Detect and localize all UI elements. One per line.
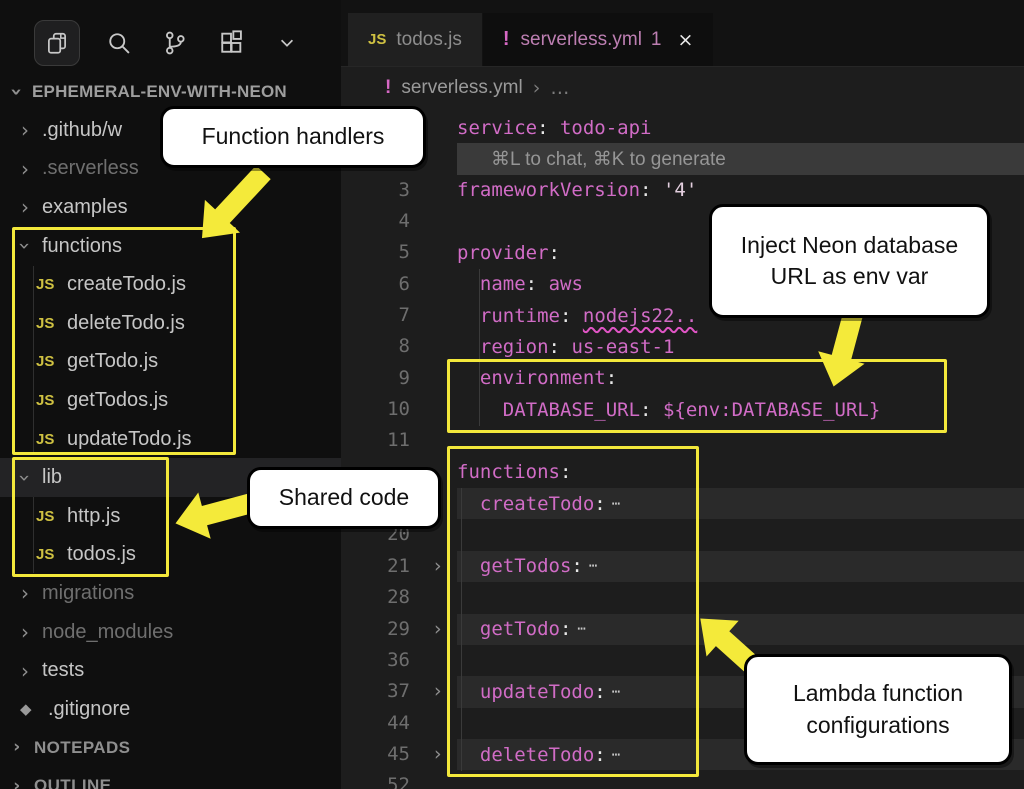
line-number: 9 bbox=[341, 363, 410, 394]
project-root-label: EPHEMERAL-ENV-WITH-NEON bbox=[32, 82, 287, 102]
ai-hint-bar: ⌘L to chat, ⌘K to generate bbox=[457, 143, 1024, 174]
tree-item-label: OUTLINE bbox=[34, 776, 111, 789]
tab-label: todos.js bbox=[396, 29, 461, 51]
extensions-icon[interactable] bbox=[214, 26, 248, 60]
line-number: 11 bbox=[341, 425, 410, 456]
vscode-window: › EPHEMERAL-ENV-WITH-NEON › .github/w › .se… bbox=[0, 0, 1024, 789]
line-number: 4 bbox=[341, 206, 410, 237]
more-views-icon[interactable] bbox=[270, 26, 304, 60]
explorer-icon[interactable] bbox=[34, 20, 80, 66]
breadcrumb-separator-icon: › bbox=[533, 77, 541, 99]
tab-modified-badge: 1 bbox=[651, 29, 662, 51]
line-number: 10 bbox=[341, 394, 410, 425]
close-icon[interactable]: × bbox=[678, 29, 694, 51]
line-number: 7 bbox=[341, 300, 410, 331]
fold-gutter bbox=[410, 269, 457, 300]
callout-function-handlers: Function handlers bbox=[160, 106, 426, 168]
arrow-down-left-icon bbox=[182, 156, 282, 256]
tree-item-node-modules[interactable]: › node_modules bbox=[0, 613, 341, 652]
chevron-down-icon: › bbox=[7, 83, 27, 101]
code-line[interactable]: ⌘L to chat, ⌘K to generate bbox=[341, 143, 1024, 174]
breadcrumb-ellipsis: … bbox=[550, 77, 569, 99]
callout-text: Lambda function bbox=[793, 678, 963, 709]
tab-serverless-yml[interactable]: ! serverless.yml 1 × bbox=[483, 13, 714, 66]
breadcrumb[interactable]: ! serverless.yml › … bbox=[341, 67, 1024, 108]
yaml-alert-icon: ! bbox=[503, 28, 510, 51]
fold-gutter bbox=[410, 206, 457, 237]
chevron-right-icon: › bbox=[16, 622, 34, 642]
chevron-right-icon: › bbox=[8, 739, 26, 756]
tree-item-label: node_modules bbox=[42, 621, 173, 644]
line-number: 29 bbox=[341, 614, 410, 645]
callout-text: Function handlers bbox=[202, 121, 385, 152]
sidebar-section-notepads[interactable]: › NOTEPADS bbox=[0, 729, 341, 768]
tree-item-migrations[interactable]: › migrations bbox=[0, 574, 341, 613]
line-number: 36 bbox=[341, 645, 410, 676]
chevron-right-icon: › bbox=[16, 197, 34, 217]
callout-lambda-config: Lambda function configurations bbox=[744, 654, 1012, 765]
line-number: 5 bbox=[341, 237, 410, 268]
tree-item-gitignore[interactable]: ◆.gitignore bbox=[0, 690, 341, 729]
callout-shared-code: Shared code bbox=[247, 467, 441, 529]
tree-item-label: examples bbox=[42, 196, 128, 219]
highlight-functions-folder bbox=[12, 227, 236, 455]
line-number: 52 bbox=[341, 770, 410, 789]
tree-item-label: migrations bbox=[42, 582, 134, 605]
tree-item-label: .gitignore bbox=[48, 698, 130, 721]
chevron-right-icon: › bbox=[16, 661, 34, 681]
sidebar-section-outline[interactable]: › OUTLINE bbox=[0, 767, 341, 789]
chevron-right-icon: › bbox=[8, 778, 26, 789]
code-line[interactable]: service: todo-api bbox=[341, 112, 1024, 143]
activity-bar bbox=[0, 14, 341, 72]
highlight-lib-folder bbox=[12, 457, 169, 577]
line-number: 37 bbox=[341, 676, 410, 707]
chevron-right-icon: › bbox=[16, 120, 34, 140]
line-number: 28 bbox=[341, 582, 410, 613]
fold-gutter bbox=[410, 175, 457, 206]
tree-item-label: .serverless bbox=[42, 157, 139, 180]
fold-gutter bbox=[410, 237, 457, 268]
code-text: frameworkVersion: '4' bbox=[457, 175, 1024, 206]
callout-text: configurations bbox=[806, 710, 949, 741]
line-number: 45 bbox=[341, 739, 410, 770]
line-number: 6 bbox=[341, 269, 410, 300]
line-number: 21 bbox=[341, 551, 410, 582]
js-icon: JS bbox=[368, 31, 386, 48]
tree-item-label: NOTEPADS bbox=[34, 738, 130, 758]
callout-text: URL as env var bbox=[771, 261, 929, 292]
chevron-right-icon: › bbox=[16, 583, 34, 603]
yaml-alert-icon: ! bbox=[385, 77, 391, 99]
callout-inject-neon: Inject Neon database URL as env var bbox=[709, 204, 990, 318]
tree-item-tests[interactable]: › tests bbox=[0, 651, 341, 690]
line-number: 3 bbox=[341, 175, 410, 206]
tree-item-examples[interactable]: › examples bbox=[0, 188, 341, 227]
highlight-functions-block bbox=[447, 446, 699, 777]
code-text: service: todo-api bbox=[457, 112, 1024, 143]
git-file-icon: ◆ bbox=[20, 700, 48, 718]
source-control-icon[interactable] bbox=[158, 26, 192, 60]
tab-bar: JS todos.js ! serverless.yml 1 × bbox=[341, 0, 1024, 67]
search-icon[interactable] bbox=[102, 26, 136, 60]
tab-label: serverless.yml bbox=[521, 29, 642, 51]
line-number: 44 bbox=[341, 708, 410, 739]
chevron-right-icon: › bbox=[16, 159, 34, 179]
tree-item-label: tests bbox=[42, 659, 84, 682]
callout-text: Shared code bbox=[279, 482, 409, 513]
breadcrumb-file: serverless.yml bbox=[401, 77, 522, 99]
fold-gutter bbox=[410, 300, 457, 331]
tab-todos-js[interactable]: JS todos.js bbox=[348, 13, 482, 66]
line-number: 8 bbox=[341, 331, 410, 362]
code-line[interactable]: 3 frameworkVersion: '4' bbox=[341, 175, 1024, 206]
tree-item-label: .github/w bbox=[42, 119, 122, 142]
callout-text: Inject Neon database bbox=[741, 230, 958, 261]
